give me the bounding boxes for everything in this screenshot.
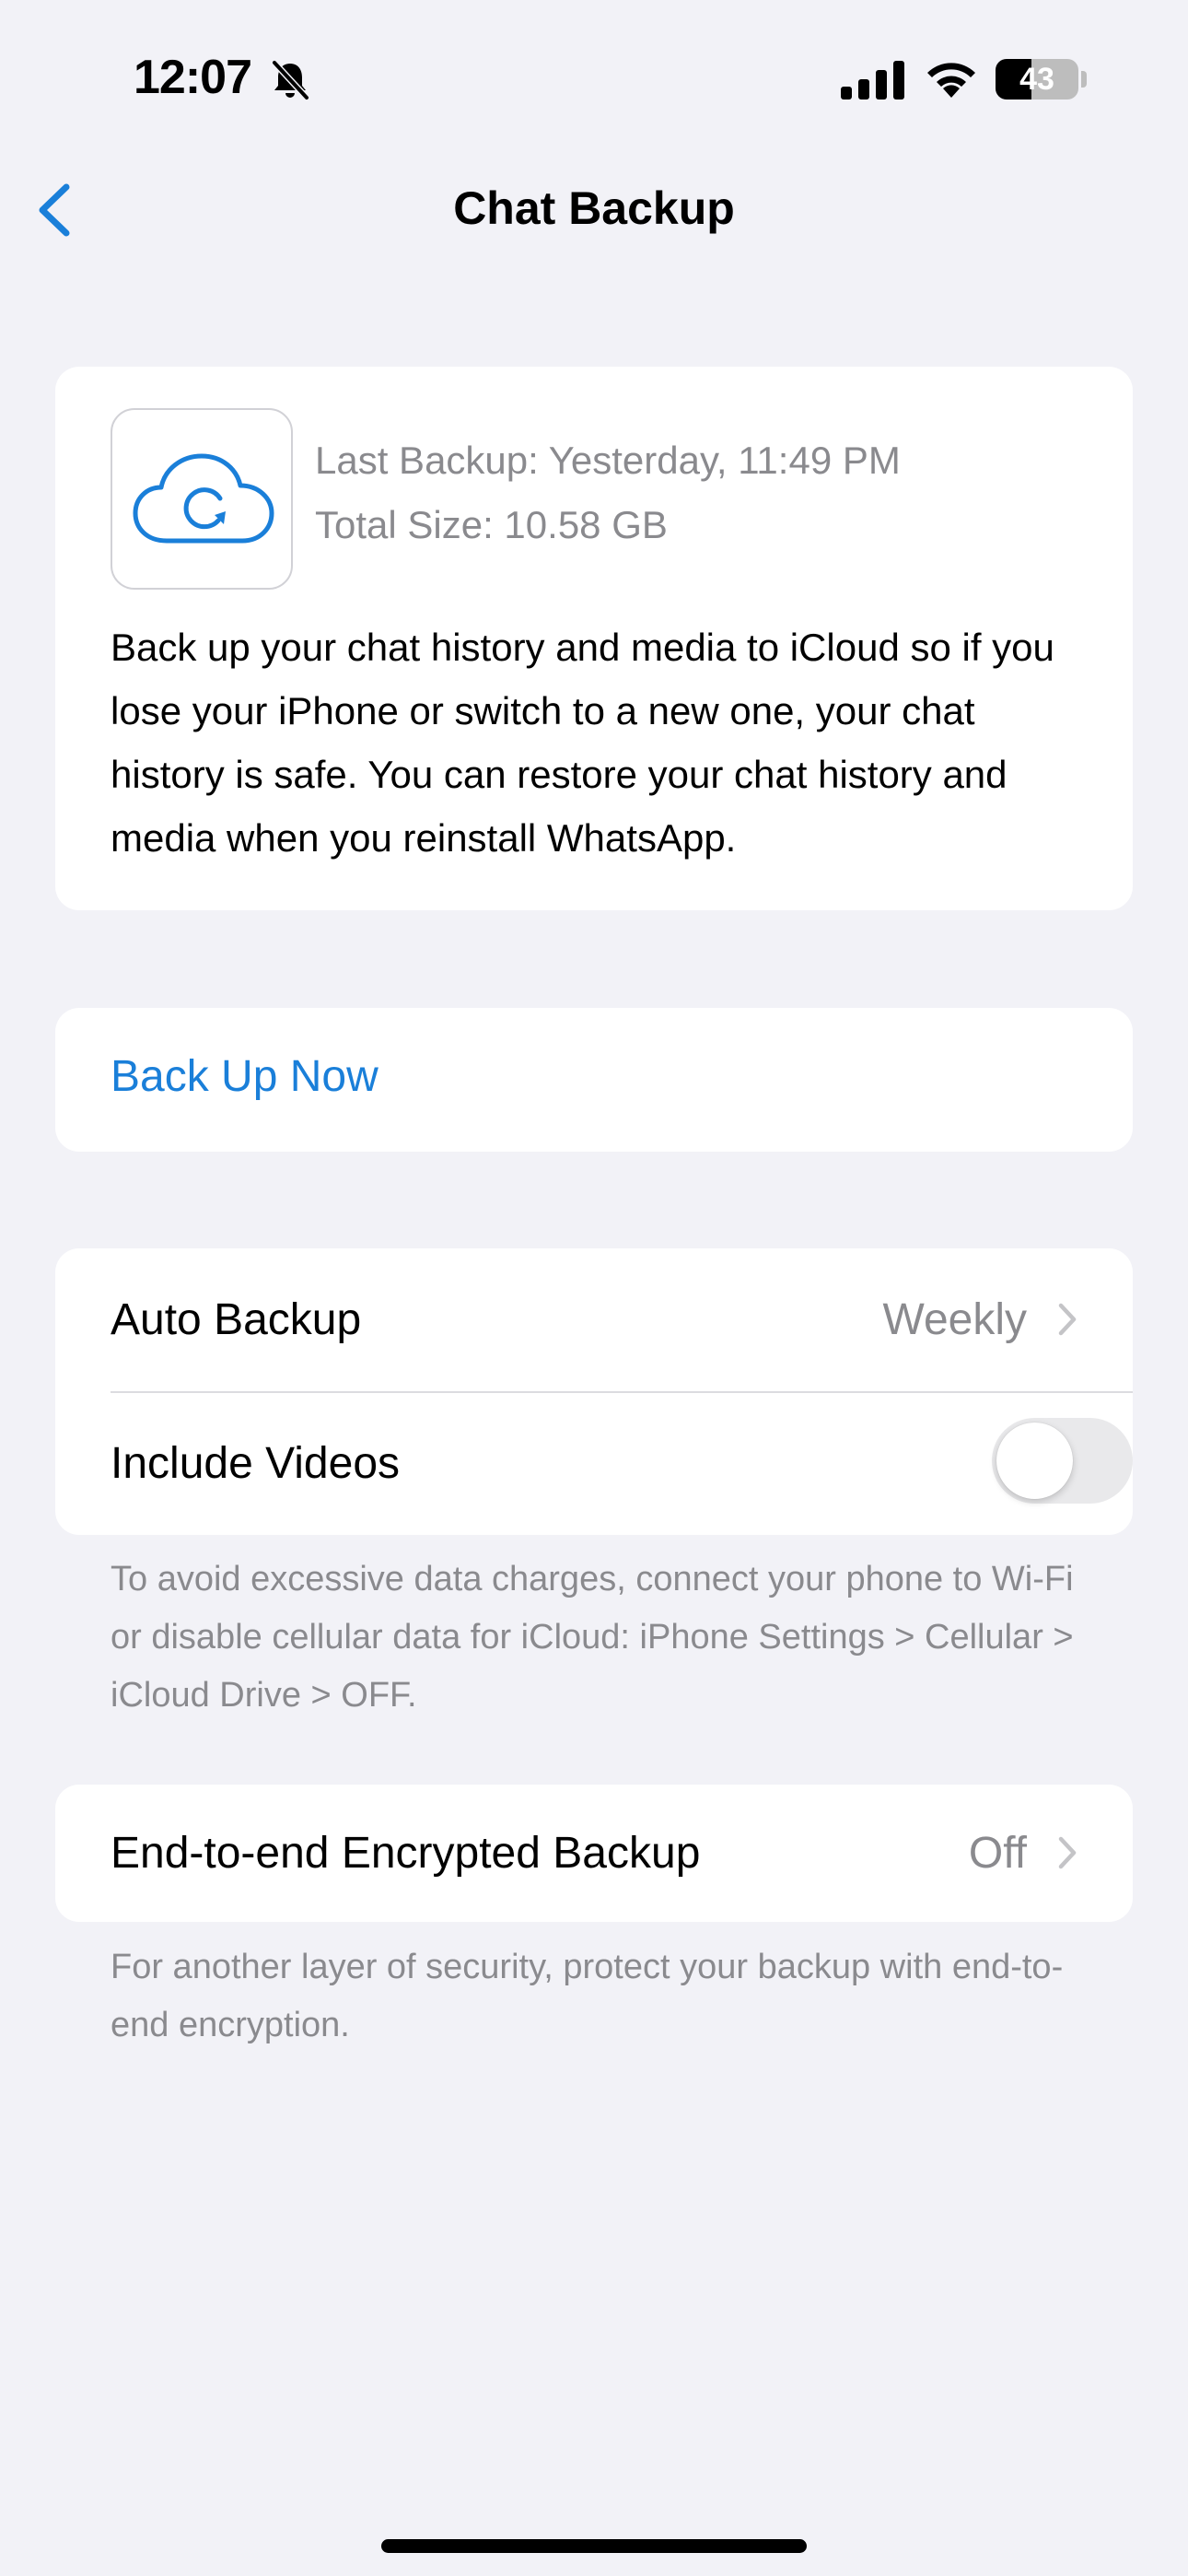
include-videos-toggle[interactable] (992, 1418, 1133, 1504)
auto-backup-label: Auto Backup (111, 1295, 362, 1344)
data-charges-note: To avoid excessive data charges, connect… (111, 1560, 1074, 1715)
icloud-tile (111, 408, 293, 590)
battery-cap (1081, 71, 1087, 88)
back-up-now-button[interactable]: Back Up Now (111, 1051, 379, 1102)
encryption-note: For another layer of security, protect y… (111, 1948, 1064, 2044)
total-size-text: Total Size: 10.58 GB (315, 503, 668, 546)
battery-level: 43 (1019, 62, 1054, 97)
back-up-now-card: Back Up Now (55, 1008, 1133, 1152)
bell-slash-icon (272, 60, 309, 100)
encryption-card: End-to-end Encrypted Backup Off (55, 1785, 1133, 1922)
backup-settings-card: Auto Backup Weekly Include Videos (55, 1248, 1133, 1535)
backup-description: Back up your chat history and media to i… (111, 626, 1054, 860)
backup-info-card: Last Backup: Yesterday, 11:49 PM Total S… (55, 367, 1133, 910)
icloud-sync-icon (133, 453, 274, 544)
status-bar: 12:07 43 (0, 0, 1188, 157)
encrypted-backup-row[interactable]: End-to-end Encrypted Backup Off (55, 1785, 1133, 1922)
auto-backup-row[interactable]: Auto Backup Weekly (55, 1248, 1133, 1393)
include-videos-row: Include Videos (55, 1392, 1133, 1535)
battery-icon: 43 (996, 59, 1078, 100)
last-backup-text: Last Backup: Yesterday, 11:49 PM (315, 439, 901, 482)
home-indicator[interactable] (381, 2539, 807, 2553)
encrypted-backup-value: Off (968, 1829, 1027, 1878)
cellular-signal-icon (841, 61, 904, 100)
chevron-right-icon (1058, 1836, 1077, 1869)
toggle-knob (996, 1423, 1073, 1499)
encrypted-backup-label: End-to-end Encrypted Backup (111, 1829, 701, 1878)
auto-backup-value: Weekly (882, 1295, 1028, 1344)
include-videos-label: Include Videos (111, 1439, 401, 1488)
status-time: 12:07 (134, 51, 252, 104)
wifi-icon (927, 63, 975, 98)
page-title: Chat Backup (453, 182, 735, 234)
chevron-right-icon (1058, 1303, 1077, 1336)
chat-backup-screen: 12:07 43 Chat Backup Last Backup: Yester… (0, 0, 1188, 2576)
